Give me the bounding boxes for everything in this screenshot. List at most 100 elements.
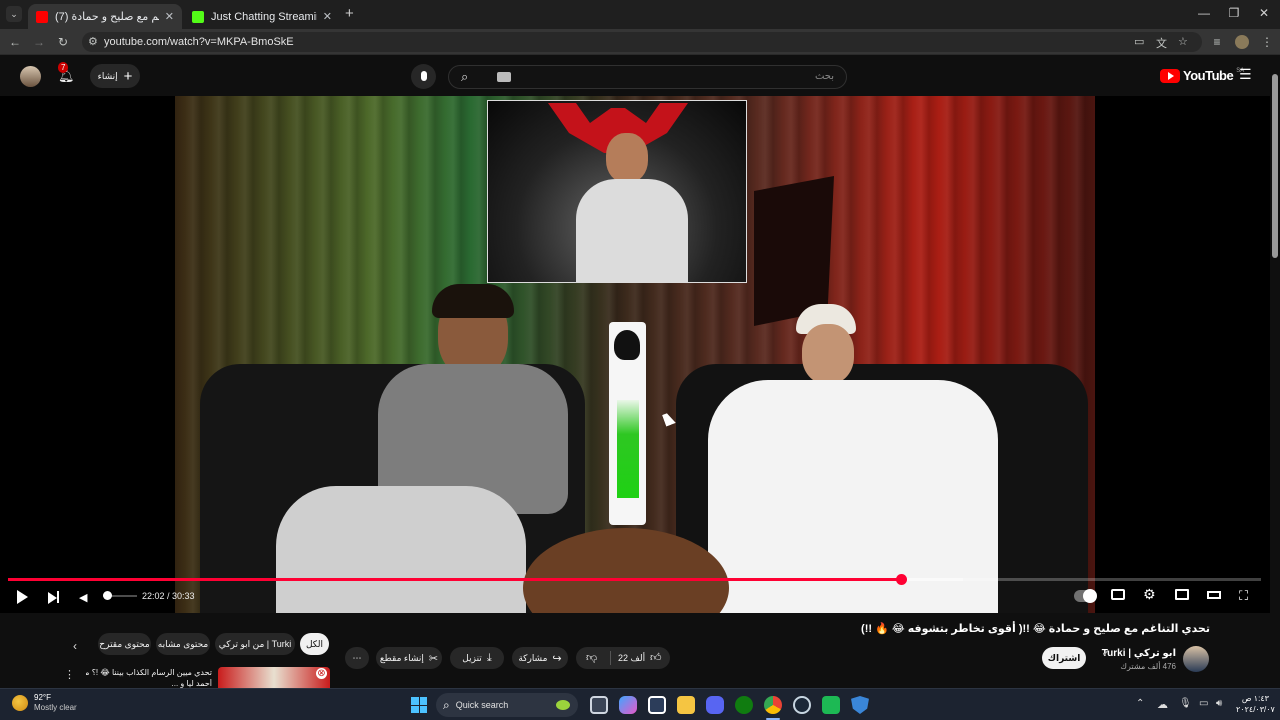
microphone-tray-icon[interactable]: 🎙︎ [1179,698,1192,709]
clip-button[interactable]: إنشاء مقطع ✂ [376,647,442,669]
like-count[interactable]: 22 ألف [618,653,645,664]
subscribe-button[interactable]: اشتراك [1042,647,1086,669]
reading-list-icon[interactable]: ≡ [1210,35,1224,49]
page-scrollbar[interactable] [1270,60,1280,688]
channel-name[interactable]: ابو تركي | Turki [1102,648,1176,659]
windows-taskbar: 92°F Mostly clear ⌕ Quick search ⌃ ☁ 🎙︎ … [0,688,1280,720]
notification-count-badge: 7 [58,62,69,73]
more-actions-button[interactable]: ⋯ [345,647,369,669]
xbox-icon[interactable] [735,696,753,714]
autoplay-toggle[interactable] [1074,589,1097,603]
close-tab-icon[interactable]: ✕ [165,10,174,23]
tab-youtube[interactable]: (7) تحدي التناغم مع صليح و حمادة ✕ [28,4,182,29]
cast-icon[interactable]: ▭ [1134,35,1144,48]
fullscreen-icon[interactable]: ⛶ [1239,588,1248,604]
voice-search-button[interactable] [411,64,436,89]
theater-mode-icon[interactable] [1207,591,1221,599]
video-title: تحدي التناغم مع صليح و حمادة 😂 !!( أقوى … [861,623,1210,635]
inset-person-shirt [576,179,688,282]
guide-menu-icon[interactable]: ☰ [1239,66,1252,83]
channel-avatar[interactable] [1183,646,1209,672]
weather-desc: Mostly clear [34,703,77,712]
chips-prev-arrow-icon[interactable]: ‹ [73,639,77,653]
tab-title: (7) تحدي التناغم مع صليح و حمادة [55,11,159,23]
back-arrow-icon[interactable]: ← [8,35,22,49]
weather-widget[interactable]: 92°F Mostly clear [12,693,77,713]
speaker-icon[interactable]: 🔊︎ [1216,698,1222,709]
minimize-icon[interactable]: — [1196,6,1212,20]
volume-slider[interactable] [103,591,137,600]
restore-icon[interactable]: ❐ [1226,6,1242,20]
taskbar-search-label: Quick search [455,700,509,710]
video-player[interactable]: ◀︎ 22:02 / 30:33 ⚙ ⛶ [0,96,1280,613]
progress-bar[interactable] [8,574,1261,585]
volume-icon[interactable]: ◀︎ [79,591,87,604]
create-button[interactable]: إنشاء + [90,64,140,88]
clock[interactable]: ١:٤٣ ص ٢٠٢٤/٠٣/٠٧ [1236,693,1275,715]
miniplayer-icon[interactable] [1175,589,1189,600]
scrollbar-thumb[interactable] [1272,74,1278,258]
file-explorer-icon[interactable] [677,696,695,714]
close-tab-icon[interactable]: ✕ [323,10,332,23]
store-icon[interactable] [648,696,666,714]
subtitles-icon[interactable] [1111,589,1125,600]
search-placeholder: بحث [814,71,834,82]
user-avatar[interactable] [20,66,41,87]
volume-knob[interactable] [103,591,112,600]
chip-from-channel[interactable]: من ابو تركي | Turki [215,633,295,655]
share-arrow-icon: ↪ [552,652,562,665]
browser-menu-icon[interactable]: ⋮ [1260,35,1274,49]
taskbar-search-box[interactable]: ⌕ Quick search [436,693,578,717]
task-view-icon[interactable] [590,696,608,714]
youtube-header: 🔔︎ 7 إنشاء + ⌕ بحث YouTube SA ☰ [0,56,1280,96]
like-button[interactable]: 👍︎ [650,651,662,664]
security-shield-icon[interactable] [851,696,869,714]
dislike-button[interactable]: 👎︎ [586,651,597,664]
steam-icon[interactable] [793,696,811,714]
onedrive-cloud-icon[interactable]: ☁ [1157,698,1168,711]
next-video-button[interactable] [48,591,59,609]
inset-person-head [606,133,648,183]
tab-kick[interactable]: Just Chatting Streaming - Live ✕ [184,4,340,29]
recommendation-menu-icon[interactable]: ⋮ [64,668,75,681]
new-tab-button[interactable]: + [345,5,354,22]
recommendation-thumbnail[interactable]: ⊗ [218,667,330,688]
download-button[interactable]: تنزيل ⤓ [450,647,504,669]
kick-favicon-icon [192,10,204,23]
app-green-icon[interactable] [822,696,840,714]
network-icon[interactable]: ▭ [1199,698,1208,709]
reload-icon[interactable]: ↻ [56,35,70,49]
recommendation-title-line1[interactable]: تحدي ميين الرسام الكذاب بيننا 😂 !؟ مع [86,668,212,677]
copilot-icon[interactable] [619,696,637,714]
profile-avatar-icon[interactable] [1235,35,1249,49]
notifications-bell-icon[interactable]: 🔔︎ 7 [58,62,76,86]
chrome-icon[interactable] [764,696,782,714]
discord-icon[interactable] [706,696,724,714]
inset-camera-view [487,100,747,283]
window-close-icon[interactable]: ✕ [1256,6,1272,20]
play-button[interactable] [17,590,28,604]
settings-gear-icon[interactable]: ⚙ [1143,586,1156,603]
search-input[interactable]: ⌕ بحث [448,65,847,89]
chip-related[interactable]: محتوى مشابه [156,633,210,655]
translate-icon[interactable]: 文 [1156,35,1167,51]
search-icon: ⌕ [443,697,450,712]
search-icon[interactable]: ⌕ [461,69,468,85]
chip-recommended[interactable]: محتوى مقترح [98,633,151,655]
youtube-logo[interactable]: YouTube SA [1160,68,1244,83]
download-label: تنزيل [462,652,482,663]
chip-all[interactable]: الكل [300,633,329,655]
keyboard-icon[interactable] [497,72,511,82]
site-info-icon[interactable]: ⚙ [88,35,98,48]
recommendation-title-line2[interactable]: أحمد ليا و ... [86,679,212,688]
tray-overflow-icon[interactable]: ⌃ [1136,698,1144,709]
address-bar[interactable]: ⚙ youtube.com/watch?v=MKPA-BmoSkE ▭ 文 ☆ [82,32,1202,52]
tab-search-button[interactable]: ⌄ [6,6,22,22]
thumbnail-close-icon[interactable]: ⊗ [316,668,327,679]
bookmark-star-icon[interactable]: ☆ [1178,35,1188,48]
left-person-pants [276,486,526,613]
clock-time: ١:٤٣ ص [1241,694,1269,703]
windows-start-icon[interactable] [411,697,427,713]
forward-arrow-icon[interactable]: → [32,35,46,49]
share-button[interactable]: مشاركة ↪ [512,647,568,669]
